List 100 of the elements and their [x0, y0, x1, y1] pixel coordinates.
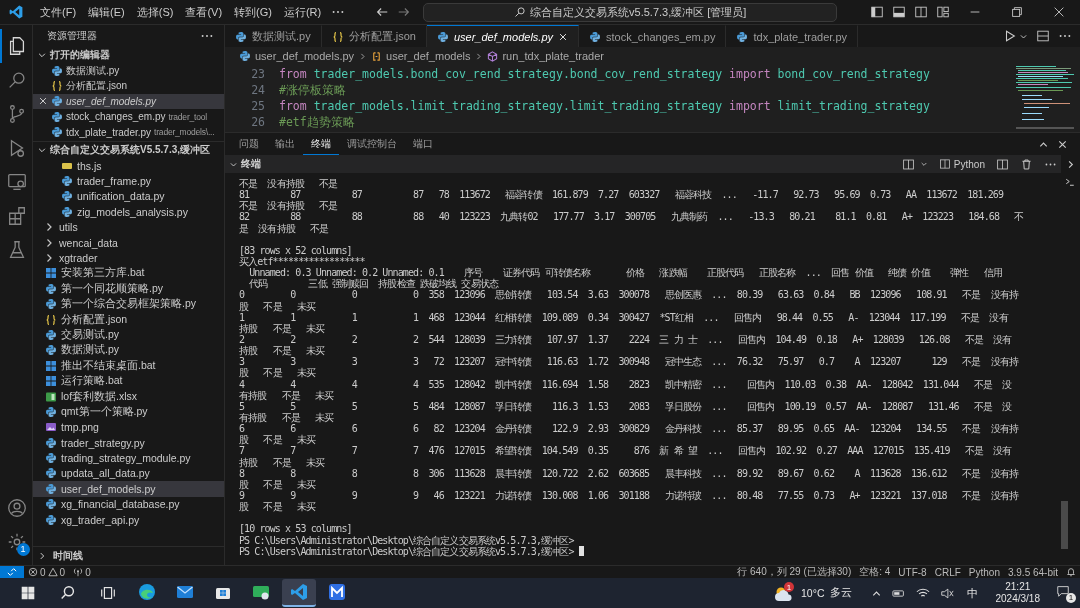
menu-item[interactable]: 文件(F) [34, 4, 83, 20]
search-icon[interactable] [59, 584, 77, 602]
menu-item[interactable]: 运行(R) [277, 4, 328, 20]
open-editor-item[interactable]: stock_changes_em.py trader_tool [33, 109, 224, 125]
menu-item[interactable]: 编辑(E) [82, 4, 131, 20]
code-editor-icon[interactable] [289, 582, 309, 602]
terminal-tab-icon[interactable] [1064, 177, 1076, 189]
file-tree-item[interactable]: 推出不结束桌面.bat [33, 358, 224, 374]
file-tree-item[interactable]: qmt第一个策略.py [33, 404, 224, 420]
status-item[interactable]: 空格: 4 [855, 565, 895, 579]
menu-item[interactable]: 查看(V) [179, 4, 229, 20]
editor-tab[interactable]: stock_changes_em.py [579, 25, 727, 47]
layout-grid-icon[interactable] [936, 5, 950, 19]
speaker-icon[interactable] [939, 587, 954, 599]
python-file-icon [235, 30, 247, 43]
file-tree-item[interactable]: trading_strategy_module.py [33, 450, 224, 466]
editor-tab[interactable]: 分析配置.json [321, 25, 427, 47]
file-tree-item[interactable]: 第一个综合交易框架策略.py [33, 296, 224, 312]
breadcrumb-item[interactable]: user_def_models.py [239, 50, 355, 62]
status-item[interactable]: UTF-8 [894, 566, 931, 578]
open-editor-item[interactable]: user_def_models.py [33, 93, 224, 110]
file-tree-item[interactable]: ths.js [33, 157, 224, 174]
file-tree-item[interactable]: 分析配置.json [33, 311, 224, 328]
toggle-sidebar-icon[interactable] [870, 5, 884, 19]
terminal-line: 有持股 不是 未买 [239, 389, 334, 401]
extensions-icon[interactable] [6, 205, 28, 227]
terminal-profile[interactable]: Python [938, 158, 985, 170]
panel-tab[interactable]: 问题 [231, 133, 267, 155]
task-view-icon[interactable] [99, 584, 117, 602]
account-icon[interactable] [6, 497, 28, 519]
bell-icon[interactable] [1066, 567, 1076, 577]
section-header[interactable]: 打开的编辑器 [33, 47, 224, 63]
wifi-icon[interactable] [915, 587, 930, 599]
split-terminal-icon[interactable] [901, 157, 915, 171]
notification-center-button[interactable]: 1 [1056, 583, 1076, 603]
editor-tab[interactable]: tdx_plate_trader.py [726, 25, 859, 47]
status-item[interactable]: CRLF [930, 566, 965, 578]
split-editor-icon[interactable] [1036, 29, 1050, 43]
file-tree-item[interactable]: 运行策略.bat [33, 373, 224, 389]
problems-indicator[interactable]: 0 0 [24, 566, 70, 578]
scrollbar-thumb[interactable] [1060, 501, 1068, 549]
file-tree-item[interactable]: tmp.png [33, 419, 224, 435]
file-tree-item[interactable]: 第一个同花顺策略.py [33, 281, 224, 297]
file-tree-item[interactable]: trader_strategy.py [33, 435, 224, 451]
file-tree-item[interactable]: lof套利数据.xlsx [33, 388, 224, 405]
editor-tab[interactable]: 数据测试.py [225, 25, 322, 47]
battery-icon[interactable] [891, 587, 906, 599]
terminal-line: PS C:\Users\Administrator\Desktop\综合自定义交易系统v5.5.7.3,缓冲区> [239, 534, 574, 546]
file-tree-item[interactable]: 数据测试.py [33, 342, 224, 359]
open-editor-item[interactable]: tdx_plate_trader.py trader_models\... [33, 124, 224, 140]
caret-icon[interactable] [919, 160, 928, 168]
restore-icon[interactable] [1010, 5, 1024, 19]
close-icon[interactable] [1052, 5, 1066, 19]
file-tree-item[interactable]: xgtrader [33, 250, 224, 266]
breadcrumb-item[interactable]: user_def_models [371, 50, 471, 62]
chevron-right-icon [474, 51, 484, 61]
remote-button[interactable] [0, 565, 24, 579]
clock[interactable]: 21:21 2024/3/18 [995, 581, 1040, 605]
open-editor-item[interactable]: 数据测试.py [33, 63, 224, 79]
app-icon[interactable] [327, 582, 347, 602]
file-tree-item[interactable]: utils [33, 219, 224, 235]
editor-tab[interactable]: user_def_models.py [426, 25, 579, 47]
menu-item[interactable]: 选择(S) [130, 4, 180, 20]
file-tree-item[interactable]: updata_all_data.py [33, 465, 224, 482]
toggle-panel-icon[interactable] [892, 5, 906, 19]
minimap-drawing[interactable] [1014, 65, 1074, 131]
file-tree-item[interactable]: user_def_models.py [33, 481, 224, 497]
panel-tab[interactable]: 输出 [267, 133, 303, 155]
status-item[interactable]: 3.9.5 64-bit [1003, 566, 1062, 578]
trash-icon[interactable] [1020, 157, 1033, 171]
status-item[interactable]: 行 640，列 29 (已选择30) [733, 565, 856, 579]
back-arrow-icon[interactable] [375, 5, 390, 19]
split-icon[interactable] [996, 157, 1009, 171]
ports-indicator[interactable]: 0 [69, 566, 95, 578]
file-tree-item[interactable]: trader_frame.py [33, 173, 224, 189]
forward-arrow-icon[interactable] [397, 5, 412, 19]
file-tree-item[interactable]: unification_data.py [33, 188, 224, 205]
windows-start-icon[interactable] [19, 584, 37, 602]
close-icon[interactable] [1057, 138, 1068, 150]
file-tree-item[interactable]: 交易测试.py [33, 327, 224, 343]
file-tree-item[interactable]: zig_models_analysis.py [33, 204, 224, 220]
menu-item[interactable]: 转到(G) [228, 4, 278, 20]
panel-tab[interactable]: 调试控制台 [339, 133, 405, 155]
panel-tab[interactable]: 端口 [405, 133, 441, 155]
split-layout-icon[interactable] [914, 5, 928, 19]
close-icon[interactable] [38, 96, 48, 107]
close-icon[interactable] [558, 31, 568, 42]
file-tree-item[interactable]: wencai_data [33, 234, 224, 251]
file-tree-item[interactable]: 安装第三方库.bat [33, 265, 224, 282]
open-editor-item[interactable]: 分析配置.json [33, 78, 224, 94]
browser-icon[interactable] [137, 582, 157, 602]
file-tree-item[interactable]: xg_financial_database.py [33, 496, 224, 512]
input-method-indicator[interactable]: 中 [966, 585, 978, 601]
status-item[interactable]: Python [964, 566, 1004, 578]
run-icon[interactable] [1003, 29, 1017, 43]
file-tree-item[interactable]: xg_trader_api.py [33, 511, 224, 528]
command-center[interactable]: 综合自定义交易系统v5.5.7.3,缓冲区 [管理员] [423, 2, 838, 22]
breadcrumb-item[interactable]: run_tdx_plate_trader [487, 50, 604, 62]
section-header[interactable]: 综合自定义交易系统V5.5.7.3,缓冲区 [33, 140, 224, 158]
python-file-icon [45, 298, 57, 311]
